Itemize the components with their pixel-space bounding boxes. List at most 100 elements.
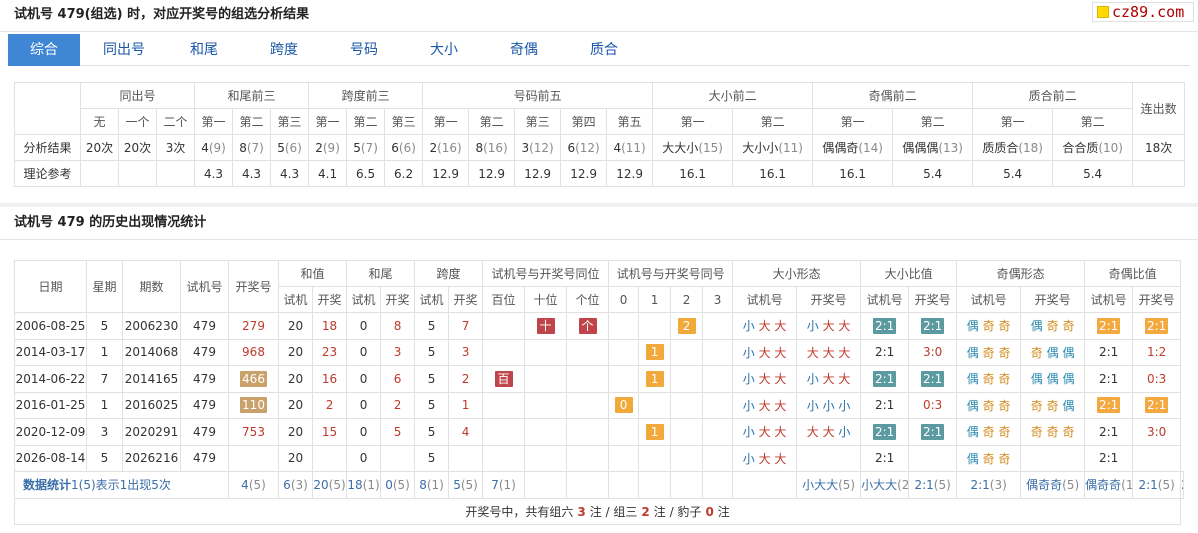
same-position-cell: [524, 365, 568, 393]
draw-number-cell: 753: [228, 418, 279, 446]
result-count: (9): [208, 140, 226, 155]
draw-number-cell: 968: [228, 338, 279, 366]
size-glyph: 大: [822, 319, 839, 334]
footer-text: 2: [641, 504, 650, 519]
history-header: 试机号: [180, 260, 229, 313]
sub-header: 第一: [308, 108, 348, 135]
stats-count: (5): [1157, 477, 1175, 492]
tab-1[interactable]: 同出号: [80, 34, 168, 66]
same-number-chip: 0: [614, 397, 633, 414]
table-row: 2014-06-22 7 2014165 479 466 20 16 0 6 5 2 百 1 小 大 大 …: [14, 365, 1184, 393]
stats-cell: 18(1): [346, 471, 382, 499]
same-number-chip: 1: [645, 423, 664, 440]
size-glyph: 小: [742, 372, 759, 387]
stats-cell: 2:1(2): [1180, 471, 1184, 499]
size-glyph: 大: [774, 345, 787, 360]
result-cell: 3(12): [514, 134, 562, 161]
span-draw-cell: 1: [448, 391, 484, 419]
sub-header: 一个: [118, 108, 157, 135]
tab-0[interactable]: 综合: [8, 34, 80, 66]
result-cell: 大大小(15): [652, 134, 734, 161]
result-count: (10): [1098, 141, 1123, 155]
tab-5[interactable]: 大小: [400, 34, 488, 66]
stats-cell: 4(5): [228, 471, 279, 499]
span-test-cell: 5: [414, 418, 450, 446]
result-value: 5: [277, 140, 285, 155]
parity-ratio-cell: [1132, 444, 1182, 472]
size-glyph: 大: [758, 425, 775, 440]
tab-6[interactable]: 奇偶: [488, 34, 560, 66]
parity-glyph: 奇: [982, 345, 999, 360]
result-cell: 8(16): [468, 134, 516, 161]
history-sub-header: 十位: [524, 286, 568, 313]
same-position-chip: 十: [536, 317, 555, 334]
size-ratio-chip: 2:1: [872, 423, 897, 440]
sub-header: 无: [80, 108, 119, 135]
footer-text: 0: [705, 504, 714, 519]
same-position-cell: 个: [566, 312, 610, 340]
parity-ratio-cell: 0:3: [1132, 365, 1182, 393]
result-value: 6: [567, 140, 576, 155]
parity-glyph: 偶: [966, 345, 983, 360]
stats-empty-cell: [524, 471, 568, 499]
same-position-cell: [524, 338, 568, 366]
test-number-cell: 479: [180, 365, 229, 393]
site-logo[interactable]: cz89.com: [1092, 2, 1194, 22]
size-glyph: 大: [806, 345, 823, 360]
span-draw-cell: [448, 444, 484, 472]
tail-draw-cell: 2: [380, 391, 416, 419]
tab-7[interactable]: 质合: [560, 34, 648, 66]
result-cell: 偶偶奇(14): [812, 134, 894, 161]
tab-4[interactable]: 号码: [328, 34, 400, 66]
parity-pattern-cell: 偶 奇 奇: [956, 444, 1022, 472]
parity-pattern-cell: 偶 偶 偶: [1020, 365, 1086, 393]
date-cell: 2026-08-14: [14, 444, 87, 472]
result-value: 大大小: [662, 141, 699, 155]
stats-value: 0: [385, 477, 393, 492]
stats-empty-cell: [608, 471, 640, 499]
sub-header: 第二: [346, 108, 386, 135]
parity-glyph: 奇: [1046, 425, 1063, 440]
history-header: 日期: [14, 260, 87, 313]
group-header: 号码前五: [422, 82, 654, 109]
parity-glyph: 奇: [1046, 319, 1063, 334]
result-value: 3: [521, 140, 530, 155]
stats-count: (1): [362, 477, 380, 492]
history-group-header: 跨度: [414, 260, 484, 287]
stats-value: 5: [453, 477, 461, 492]
sub-header: 第二: [892, 108, 974, 135]
group-header: 奇偶前二: [812, 82, 974, 109]
reference-cell: 6.2: [384, 160, 424, 187]
parity-pattern-cell: 偶 奇 奇: [1020, 312, 1086, 340]
size-ratio-chip: 2:1: [872, 317, 897, 334]
size-glyph: 小: [822, 398, 839, 413]
stats-label[interactable]: 数据统计: [23, 478, 71, 492]
logo-text: cz89.com: [1112, 3, 1185, 21]
result-value: 合合质: [1062, 141, 1099, 155]
tab-3[interactable]: 跨度: [240, 34, 328, 66]
result-count: (14): [858, 141, 883, 155]
parity-glyph: 奇: [982, 372, 999, 387]
span-draw-cell: 4: [448, 418, 484, 446]
parity-glyph: 偶: [1030, 372, 1047, 387]
result-value: 4: [201, 140, 209, 155]
size-pattern-cell: 大 大 大: [796, 338, 862, 366]
stats-cell: 2:1(3): [956, 471, 1022, 499]
same-number-cell: [670, 444, 704, 472]
sub-header: 第三: [514, 108, 562, 135]
parity-glyph: 奇: [998, 372, 1011, 387]
size-glyph: 大: [822, 372, 839, 387]
size-ratio-cell: 2:1: [860, 391, 910, 419]
tail-draw-cell: 8: [380, 312, 416, 340]
stats-count: (5): [392, 477, 410, 492]
history-header: 星期: [86, 260, 123, 313]
size-glyph: 大: [774, 319, 787, 334]
analysis-table: 同出号 和尾前三 跨度前三 号码前五 大小前二 奇偶前二 质合前二 连出数无一个 二个 第一 第二第…: [14, 82, 1186, 187]
sum-test-cell: 20: [278, 338, 313, 366]
history-sub-header: 试机号: [1084, 286, 1134, 313]
size-pattern-cell: 小 大 大: [732, 312, 798, 340]
stats-count: (1): [426, 477, 444, 492]
corner-cell: [14, 82, 81, 135]
tab-2[interactable]: 和尾: [168, 34, 240, 66]
size-glyph: 大: [838, 372, 851, 387]
